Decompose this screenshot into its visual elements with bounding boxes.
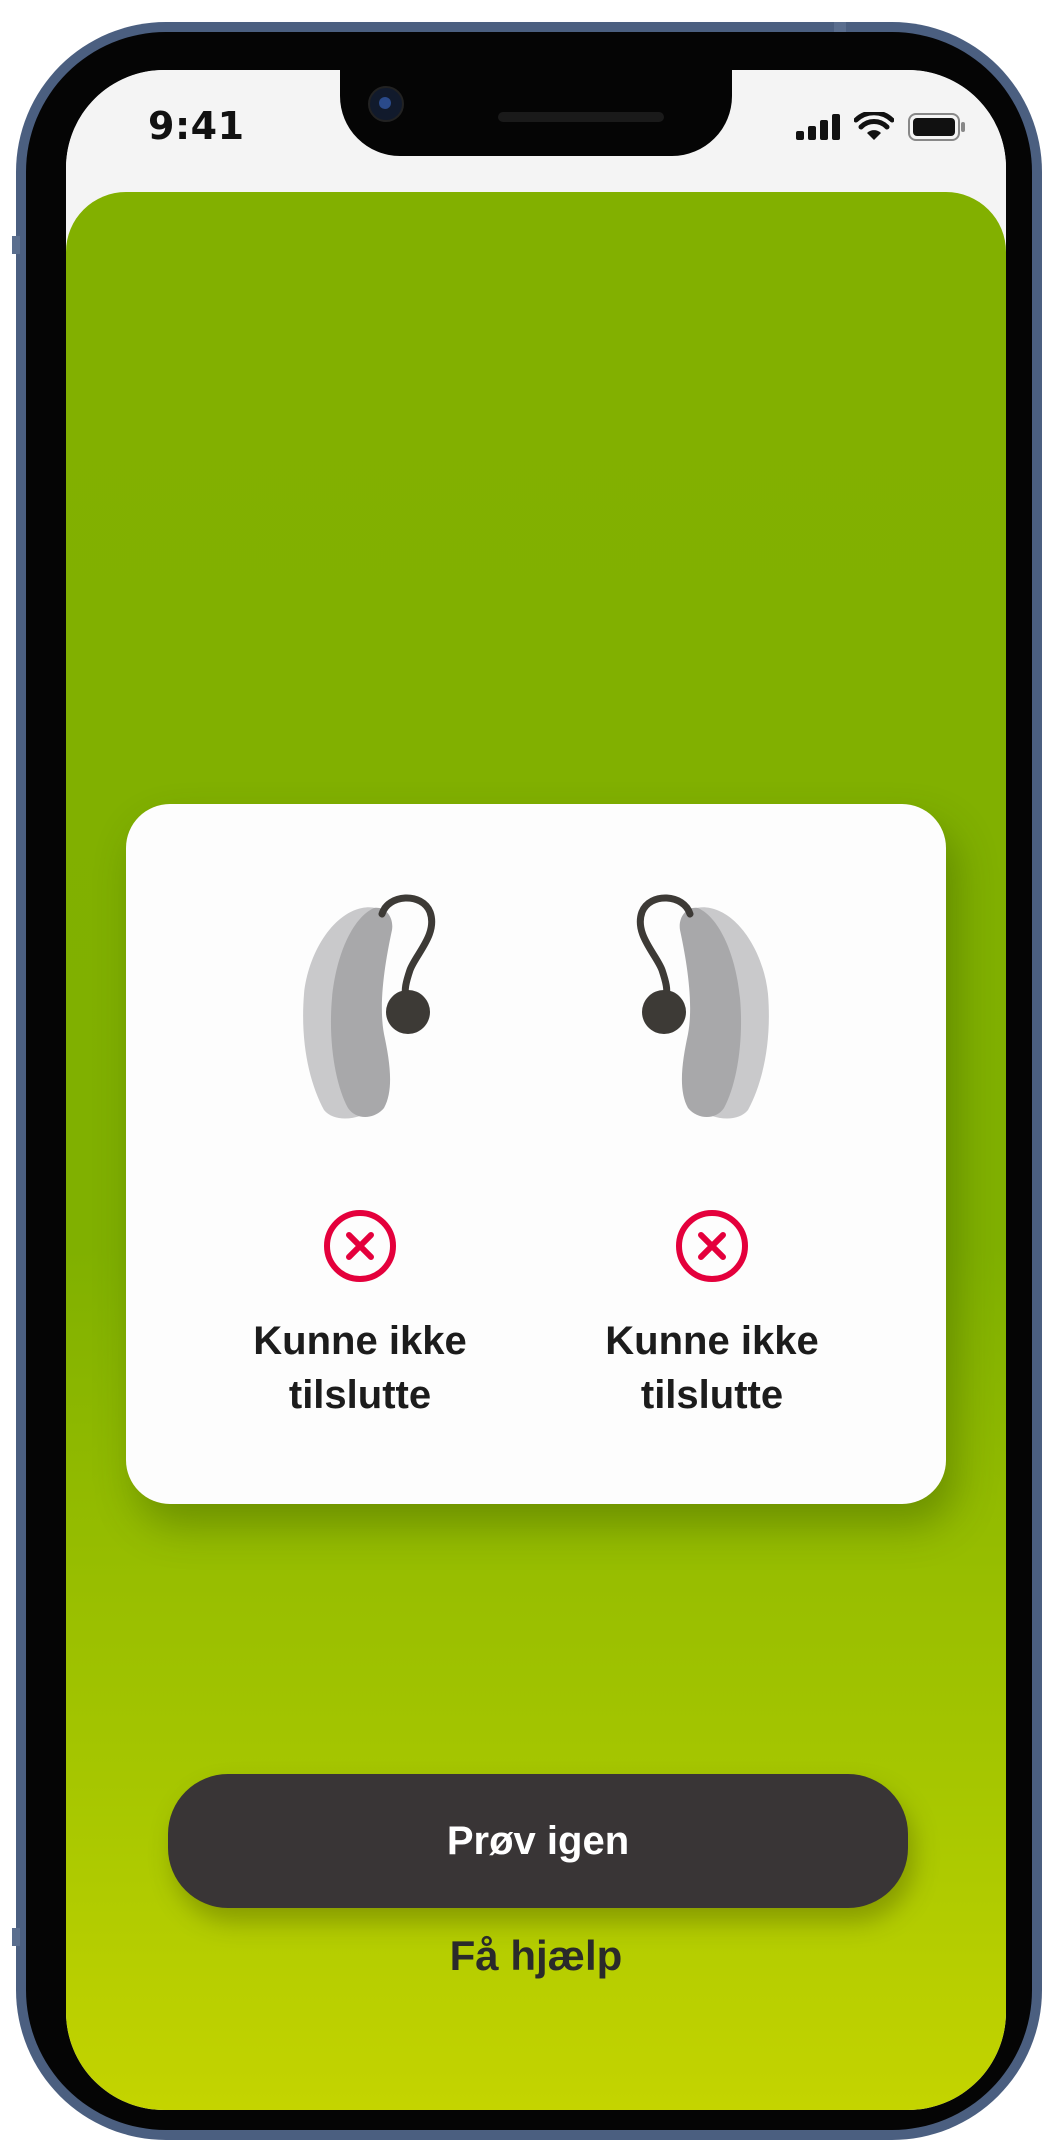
camera-icon <box>368 86 404 122</box>
left-device-status: Kunne ikke tilslutte <box>253 1319 467 1417</box>
wifi-icon <box>854 112 894 140</box>
error-x-circle-icon <box>676 1210 748 1282</box>
status-bar: 9:41 <box>66 70 1006 190</box>
cellular-signal-icon <box>796 114 840 140</box>
volume-button <box>12 236 20 254</box>
battery-icon <box>908 113 965 141</box>
hearing-aid-right-icon <box>636 894 769 1119</box>
status-time: 9:41 <box>148 104 245 148</box>
connection-panel: Kunne ikke tilslutte Kunne ikke tilslutt… <box>66 192 1006 2110</box>
retry-button[interactable]: Prøv igen <box>168 1774 908 1908</box>
side-button <box>12 1928 20 1946</box>
screen: 9:41 Kunne ikke tilslutte Kunne ikke til… <box>66 70 1006 2110</box>
speaker <box>498 112 664 122</box>
error-x-circle-icon <box>324 1210 396 1282</box>
status-icons <box>796 112 966 142</box>
connection-status-card: Kunne ikke tilslutte Kunne ikke tilslutt… <box>126 804 946 1504</box>
right-device-status: Kunne ikke tilslutte <box>605 1319 819 1417</box>
hearing-aid-left-icon <box>303 894 436 1119</box>
get-help-link[interactable]: Få hjælp <box>66 1932 1006 1980</box>
